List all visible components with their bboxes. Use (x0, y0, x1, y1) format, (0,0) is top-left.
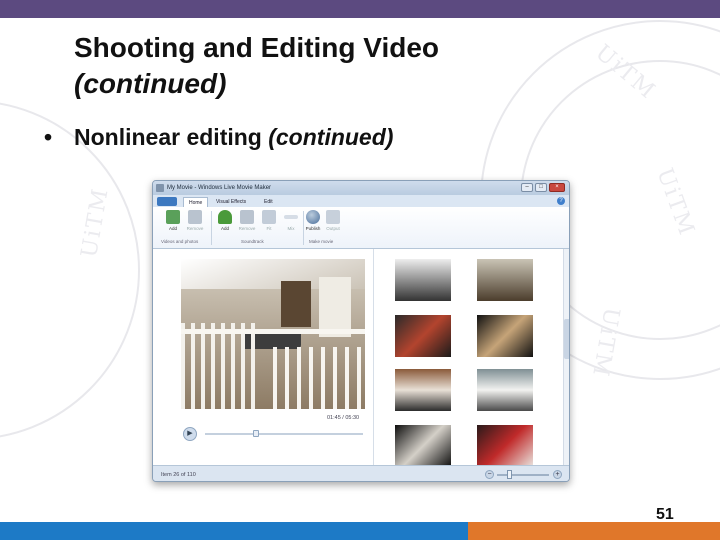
publish-globe-icon (306, 210, 320, 224)
group-soundtrack: Soundtrack (241, 239, 264, 244)
zoom-thumb[interactable] (507, 470, 512, 479)
clip-thumbnail[interactable] (395, 315, 451, 357)
bullet-item: • Nonlinear editing (continued) (44, 124, 393, 151)
remove-music-button[interactable]: Remove (237, 210, 257, 231)
workspace: 01:45 / 05:30 ▶ (153, 249, 569, 467)
window-titlebar: My Movie - Windows Live Movie Maker – □ … (153, 181, 569, 195)
remove-music-label: Remove (238, 226, 256, 231)
storyboard (385, 257, 561, 467)
mix-icon (284, 215, 298, 219)
publish-label: Publish (305, 226, 321, 231)
bullet-dot: • (44, 124, 53, 150)
minimize-button[interactable]: – (521, 183, 533, 192)
zoom-slider[interactable] (497, 474, 549, 476)
seek-thumb[interactable] (252, 430, 259, 437)
app-menu-button[interactable] (157, 197, 177, 206)
clip-thumbnail[interactable] (477, 315, 533, 357)
bullet-text-italic: (continued) (268, 124, 394, 150)
video-preview[interactable] (181, 259, 365, 409)
scrollbar-thumb[interactable] (564, 319, 569, 359)
add-videos-button[interactable]: Add (163, 210, 183, 231)
clip-thumbnail[interactable] (395, 259, 451, 301)
playback-time: 01:45 / 05:30 (327, 415, 360, 421)
pane-divider[interactable] (373, 249, 374, 465)
output-button[interactable]: Output (323, 210, 343, 231)
tab-visual-effects[interactable]: Visual Effects (211, 197, 251, 207)
bookshelf (281, 281, 311, 327)
remove-videos-label: Remove (186, 226, 204, 231)
output-icon (326, 210, 340, 224)
tab-home[interactable]: Home (183, 197, 209, 207)
remove-music-icon (240, 210, 254, 224)
clip-thumbnail[interactable] (395, 425, 451, 467)
window-light (319, 277, 351, 337)
movie-maker-window: My Movie - Windows Live Movie Maker – □ … (152, 180, 570, 482)
mix-button[interactable]: Mix (281, 210, 301, 231)
clip-thumbnail[interactable] (477, 425, 533, 467)
storyboard-scrollbar[interactable] (563, 249, 569, 465)
zoom-in-button[interactable]: + (553, 470, 562, 479)
add-video-icon (166, 210, 180, 224)
quick-access-icon[interactable] (156, 184, 164, 192)
handrail (181, 329, 365, 334)
add-music-button[interactable]: Add (215, 210, 235, 231)
add-music-icon (218, 210, 232, 224)
add-music-label: Add (220, 226, 229, 231)
zoom-out-button[interactable]: − (485, 470, 494, 479)
add-videos-label: Add (168, 226, 177, 231)
footer-blue-bar (0, 522, 468, 540)
maximize-button[interactable]: □ (535, 183, 547, 192)
help-icon[interactable]: ? (557, 197, 565, 205)
ribbon-tabs: Home Visual Effects Edit ? (153, 195, 569, 207)
mix-label: Mix (287, 226, 295, 231)
output-label: Output (326, 226, 340, 231)
group-videos-photos: Videos and photos (161, 239, 199, 244)
fit-icon (262, 210, 276, 224)
clip-thumbnail[interactable] (395, 369, 451, 411)
fit-label: Fit (266, 226, 272, 231)
clip-thumbnail[interactable] (477, 259, 533, 301)
group-make-movie: Make movie (309, 239, 334, 244)
remove-videos-button[interactable]: Remove (185, 210, 205, 231)
remove-video-icon (188, 210, 202, 224)
bullet-text: Nonlinear editing (74, 124, 269, 150)
status-bar: Item 26 of 110 − + (153, 465, 569, 481)
page-number: 51 (656, 506, 674, 523)
play-button[interactable]: ▶ (183, 427, 197, 441)
window-title: My Movie - Windows Live Movie Maker (167, 185, 272, 191)
slide-title: Shooting and Editing Video (continued) (74, 30, 439, 102)
railing-left (181, 323, 261, 409)
footer-orange-bar (468, 522, 720, 540)
fit-button[interactable]: Fit (259, 210, 279, 231)
slide-title-line2: (continued) (74, 68, 227, 99)
slide-title-line1: Shooting and Editing Video (74, 32, 440, 63)
ribbon: Add Remove Videos and photos Add Remove … (153, 207, 569, 249)
status-text: Item 26 of 110 (161, 472, 196, 478)
close-button[interactable]: × (549, 183, 565, 192)
seek-bar[interactable] (205, 433, 363, 435)
tab-edit[interactable]: Edit (259, 197, 278, 207)
clip-thumbnail[interactable] (477, 369, 533, 411)
publish-button[interactable]: Publish (303, 210, 323, 231)
railing-right (273, 347, 365, 409)
ribbon-separator (211, 211, 212, 245)
